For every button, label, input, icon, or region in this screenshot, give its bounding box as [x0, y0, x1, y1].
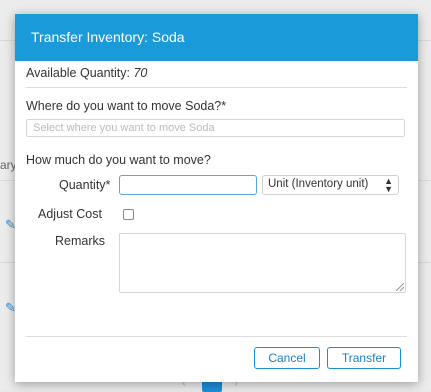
- resize-handle-icon[interactable]: [396, 283, 404, 291]
- destination-select[interactable]: Select where you want to move Soda: [26, 119, 405, 137]
- unit-select[interactable]: Unit (Inventory unit) ▲ ▼: [262, 175, 399, 195]
- available-quantity-value: 70: [133, 66, 148, 80]
- transfer-button[interactable]: Transfer: [327, 347, 401, 369]
- remarks-label: Remarks: [55, 234, 106, 248]
- transfer-inventory-dialog: Transfer Inventory: Soda Available Quant…: [15, 14, 418, 382]
- divider: [26, 87, 407, 88]
- where-question: Where do you want to move Soda?*: [26, 99, 227, 113]
- divider: [26, 336, 407, 337]
- destination-placeholder: Select where you want to move Soda: [33, 122, 215, 134]
- quantity-input[interactable]: [119, 175, 257, 195]
- dialog-title: Transfer Inventory: Soda: [31, 29, 185, 45]
- available-quantity-label: Available Quantity:: [26, 66, 130, 80]
- cancel-button[interactable]: Cancel: [254, 347, 320, 369]
- unit-selected-value: Unit (Inventory unit): [268, 178, 369, 190]
- how-much-question: How much do you want to move?: [26, 153, 211, 167]
- dialog-header: Transfer Inventory: Soda: [15, 14, 418, 61]
- available-quantity: Available Quantity: 70: [26, 66, 147, 80]
- updown-arrow-icon: ▲ ▼: [384, 176, 393, 194]
- quantity-label: Quantity*: [59, 178, 111, 192]
- adjust-cost-checkbox[interactable]: [123, 209, 134, 220]
- adjust-cost-label: Adjust Cost: [38, 207, 102, 221]
- remarks-textarea[interactable]: [119, 233, 406, 293]
